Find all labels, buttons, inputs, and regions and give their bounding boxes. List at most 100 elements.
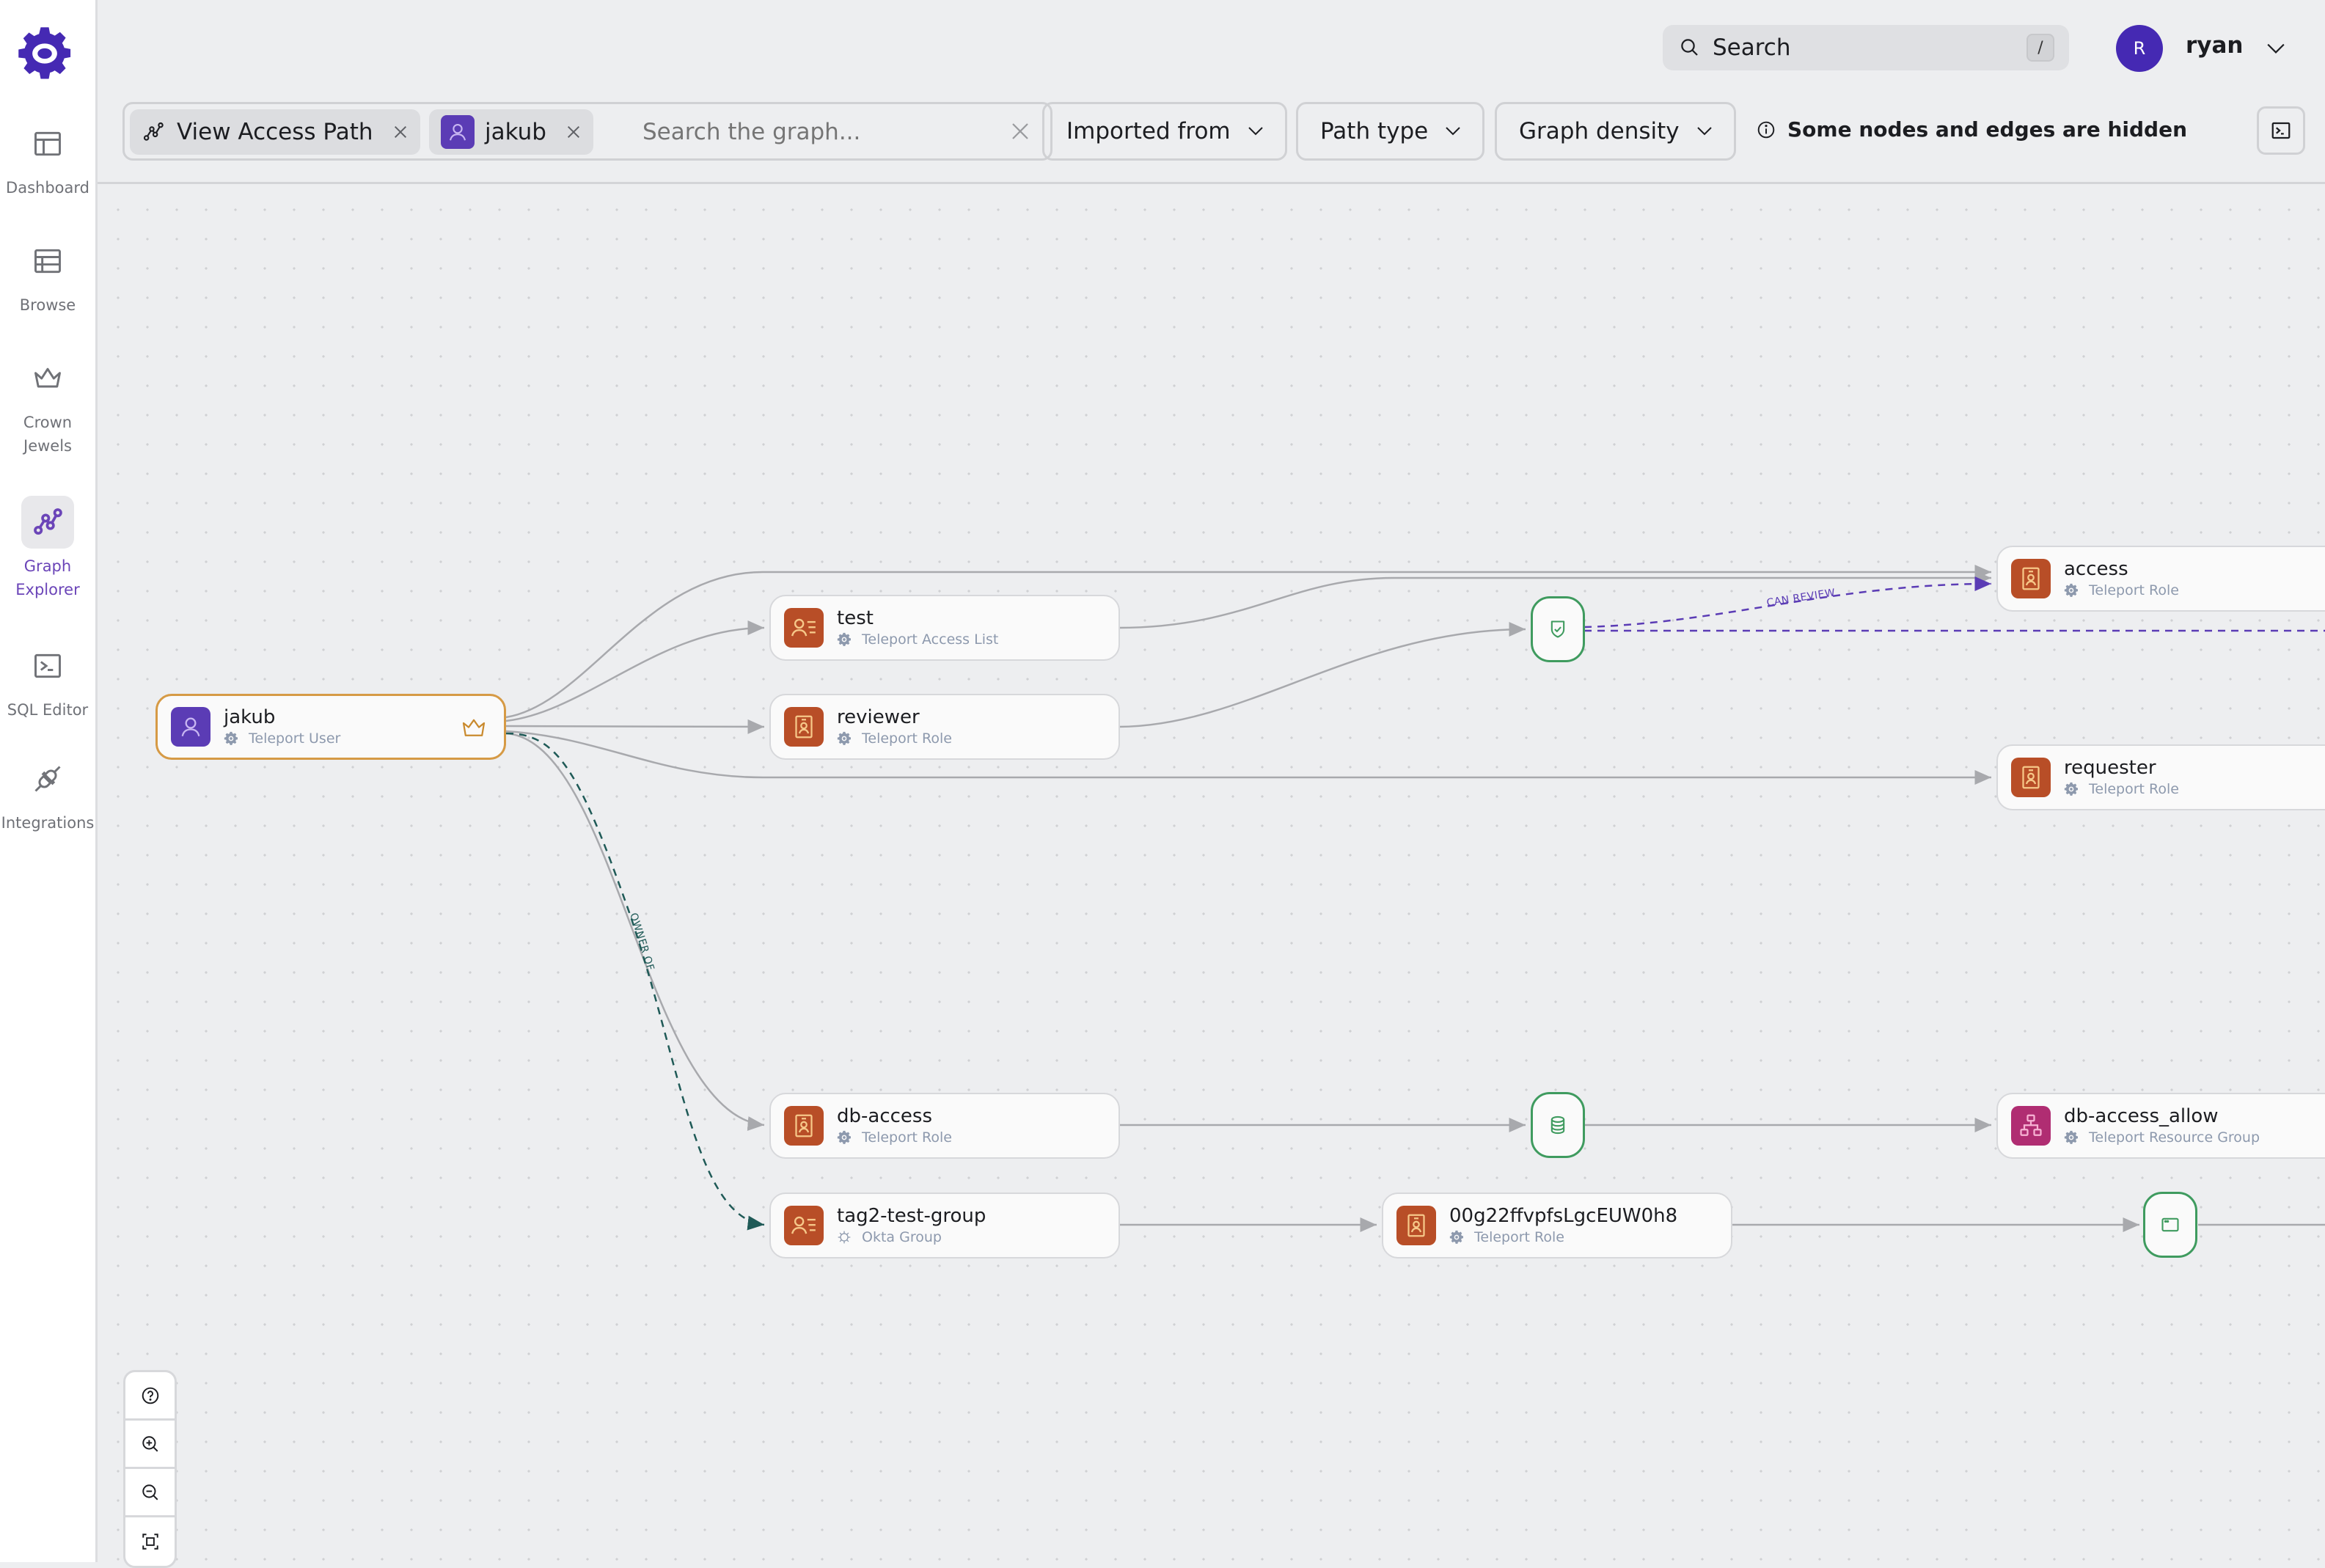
- sidebar-item-graph-explorer[interactable]: Graph Explorer: [0, 496, 95, 601]
- table-icon: [21, 235, 74, 287]
- zoom-in-icon: [142, 1435, 158, 1451]
- user-icon: [441, 115, 475, 149]
- close-icon[interactable]: [565, 124, 582, 140]
- info-icon: [1757, 121, 1775, 138]
- sidebar-item-crown-jewels[interactable]: Crown Jewels: [0, 352, 95, 458]
- role-badge-icon: [2011, 559, 2051, 598]
- user-name[interactable]: ryan: [2186, 32, 2243, 59]
- node-type: Teleport Role: [1474, 1229, 1564, 1245]
- sidebar-item-sql-editor[interactable]: SQL Editor: [0, 640, 95, 722]
- zoom-in-button[interactable]: [125, 1421, 175, 1469]
- dashboard-icon: [21, 117, 74, 170]
- filter-chip-user[interactable]: jakub: [429, 109, 593, 155]
- help-button[interactable]: [125, 1372, 175, 1421]
- fit-view-icon: [142, 1534, 158, 1550]
- graph-node-jakub[interactable]: jakub Teleport User: [155, 694, 506, 760]
- path-type-dropdown[interactable]: Path type: [1296, 102, 1485, 161]
- role-badge-icon: [784, 707, 824, 747]
- node-name: access: [2064, 558, 2128, 580]
- database-icon: [1550, 1115, 1565, 1135]
- gear-icon: [2064, 583, 2078, 597]
- fit-view-button[interactable]: [125, 1517, 175, 1566]
- chevron-down-icon[interactable]: [2266, 41, 2285, 56]
- sidebar-item-label-line2: Jewels: [23, 437, 72, 455]
- gear-icon: [837, 731, 851, 745]
- graph-node-test[interactable]: test Teleport Access List: [769, 595, 1120, 661]
- access-list-icon: [784, 1206, 824, 1245]
- teleport-logo-icon[interactable]: [16, 25, 73, 82]
- sidebar-item-label: Integrations: [1, 814, 95, 832]
- action-node-app[interactable]: [2143, 1192, 2197, 1258]
- role-badge-icon: [2011, 758, 2051, 797]
- dropdown-label: Imported from: [1066, 118, 1231, 144]
- role-badge-icon: [1396, 1206, 1436, 1245]
- sidebar-item-label: Browse: [19, 296, 76, 314]
- help-icon: [142, 1387, 158, 1404]
- sidebar-item-label: SQL Editor: [7, 701, 89, 719]
- graph-node-db-access-allow[interactable]: db-access_allow Teleport Resource Group: [1996, 1093, 2325, 1159]
- global-search[interactable]: Search /: [1663, 25, 2069, 70]
- sidebar-item-integrations[interactable]: Integrations: [0, 752, 95, 835]
- sidebar-item-browse[interactable]: Browse: [0, 235, 95, 317]
- sidebar: Dashboard Browse Crown Jewels Graph Expl…: [0, 0, 98, 1562]
- graph-canvas[interactable]: [98, 186, 2325, 1562]
- graph-node-okta-role[interactable]: 00g22ffvpfsLgcEUW0h8 Teleport Role: [1382, 1193, 1732, 1259]
- resource-group-icon: [2011, 1106, 2051, 1146]
- gear-icon: [2064, 1130, 2078, 1144]
- graph-density-dropdown[interactable]: Graph density: [1495, 102, 1736, 161]
- close-icon[interactable]: [392, 124, 409, 140]
- hidden-nodes-notice: Some nodes and edges are hidden: [1757, 117, 2187, 142]
- graph-icon: [21, 496, 74, 549]
- shield-check-icon: [1550, 620, 1565, 638]
- graph-node-db-access[interactable]: db-access Teleport Role: [769, 1093, 1120, 1159]
- sidebar-item-label: Dashboard: [6, 179, 89, 197]
- clear-search-icon[interactable]: [1009, 120, 1031, 142]
- search-icon: [1681, 39, 1698, 56]
- chevron-down-icon: [1446, 127, 1460, 136]
- node-type: Teleport User: [249, 730, 341, 747]
- graph-search-input[interactable]: [642, 119, 980, 145]
- graph-node-requester[interactable]: requester Teleport Role: [1996, 744, 2325, 810]
- node-type: Teleport Role: [862, 1129, 952, 1146]
- graph-search-box: View Access Path jakub: [122, 102, 1052, 161]
- plug-icon: [21, 752, 74, 805]
- app-window-icon: [2161, 1217, 2179, 1232]
- user-avatar[interactable]: R: [2116, 25, 2163, 72]
- sidebar-item-label-line2: Explorer: [15, 581, 80, 598]
- graph-node-tag2-test-group[interactable]: tag2-test-group Okta Group: [769, 1193, 1120, 1259]
- chip-label: View Access Path: [177, 119, 373, 145]
- action-node-database[interactable]: [1531, 1092, 1585, 1158]
- node-type: Teleport Role: [2089, 582, 2179, 598]
- node-name: test: [837, 607, 874, 629]
- action-node-review[interactable]: [1531, 596, 1585, 662]
- search-shortcut-key: /: [2026, 34, 2054, 62]
- graph-filter-bar: View Access Path jakub Imported from Pat…: [98, 95, 2325, 184]
- filter-chip-view-access-path[interactable]: View Access Path: [130, 109, 420, 155]
- role-badge-icon: [784, 1106, 824, 1146]
- sidebar-item-dashboard[interactable]: Dashboard: [0, 117, 95, 199]
- node-type: Teleport Role: [2089, 781, 2179, 797]
- gear-icon: [224, 731, 238, 745]
- node-name: 00g22ffvpfsLgcEUW0h8: [1449, 1205, 1678, 1227]
- graph-node-reviewer[interactable]: reviewer Teleport Role: [769, 694, 1120, 760]
- node-type: Teleport Access List: [862, 631, 999, 648]
- node-name: db-access: [837, 1105, 932, 1127]
- gear-icon: [2064, 782, 2078, 796]
- graph-node-access[interactable]: access Teleport Role: [1996, 546, 2325, 612]
- imported-from-dropdown[interactable]: Imported from: [1042, 102, 1287, 161]
- terminal-toggle-button[interactable]: [2257, 106, 2305, 155]
- access-list-icon: [784, 608, 824, 648]
- chip-label: jakub: [485, 119, 546, 145]
- sidebar-item-label-line1: Crown: [23, 414, 73, 431]
- dropdown-label: Graph density: [1519, 118, 1680, 144]
- zoom-controls: [123, 1370, 177, 1568]
- node-name: reviewer: [837, 706, 920, 728]
- user-icon: [171, 707, 210, 747]
- node-type: Teleport Role: [862, 730, 952, 747]
- node-type: Teleport Resource Group: [2089, 1129, 2260, 1146]
- zoom-out-button[interactable]: [125, 1469, 175, 1517]
- graph-icon: [143, 122, 164, 141]
- sidebar-item-label-line1: Graph: [23, 557, 72, 575]
- zoom-out-icon: [142, 1484, 158, 1500]
- gear-icon: [837, 1130, 851, 1144]
